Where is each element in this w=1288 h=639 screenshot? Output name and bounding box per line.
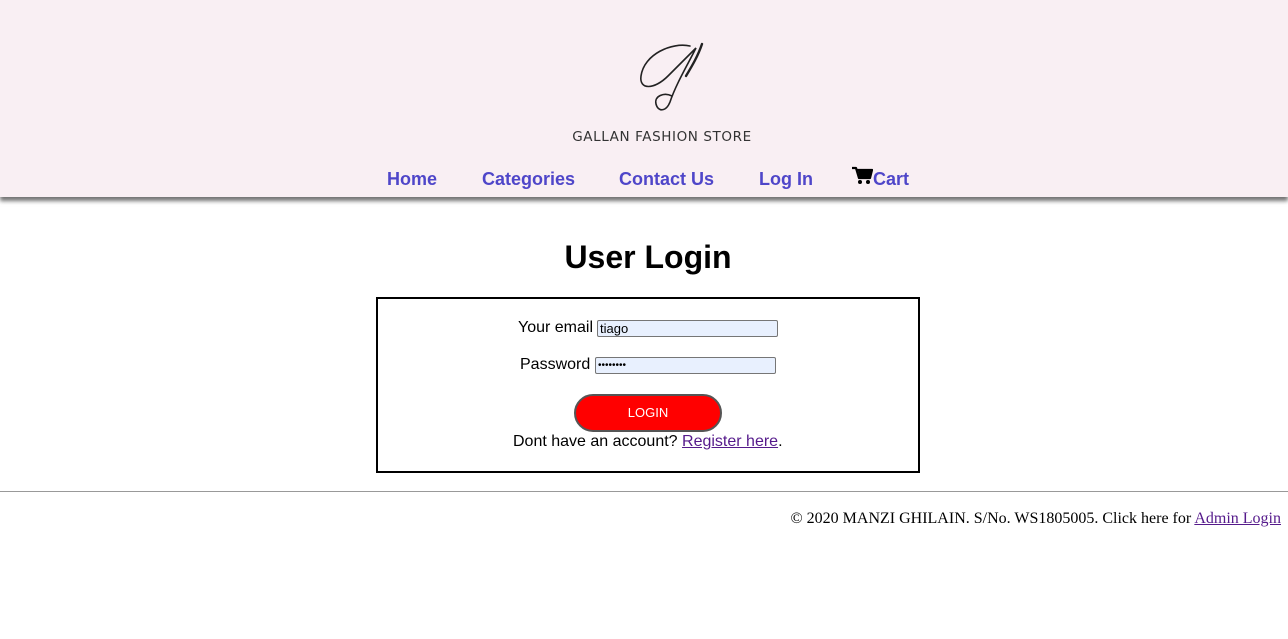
nav-cart[interactable]: Cart (873, 169, 909, 190)
nav-categories[interactable]: Categories (482, 169, 575, 190)
brand-name: GALLAN FASHION STORE (572, 129, 752, 145)
footer: © 2020 MANZI GHILAIN. S/No. WS1805005. C… (791, 510, 1282, 528)
admin-login-link[interactable]: Admin Login (1194, 510, 1281, 527)
main-nav: Home Categories Contact Us Log In Cart (0, 166, 1288, 192)
nav-contact-us[interactable]: Contact Us (619, 169, 714, 190)
register-suffix: . (778, 433, 783, 450)
site-header: GALLAN FASHION STORE Home Categories Con… (0, 0, 1288, 197)
nav-log-in[interactable]: Log In (759, 169, 813, 190)
login-form: Your email tiago Password •••••••• LOGIN… (376, 297, 920, 473)
email-label: Your email (518, 319, 594, 336)
nav-home[interactable]: Home (387, 169, 437, 190)
register-link[interactable]: Register here (682, 433, 778, 450)
login-button[interactable]: LOGIN (574, 394, 722, 432)
email-field[interactable]: tiago (597, 320, 778, 337)
footer-text: © 2020 MANZI GHILAIN. S/No. WS1805005. C… (790, 510, 1192, 527)
register-prompt: Dont have an account? Register here. (513, 433, 783, 451)
password-field[interactable]: •••••••• (595, 357, 776, 374)
page-title: User Login (564, 239, 732, 275)
password-label: Password (520, 356, 591, 373)
logo-icon (640, 42, 704, 111)
register-prompt-text: Dont have an account? (513, 433, 678, 450)
divider (0, 491, 1288, 492)
cart-icon[interactable] (852, 166, 873, 185)
